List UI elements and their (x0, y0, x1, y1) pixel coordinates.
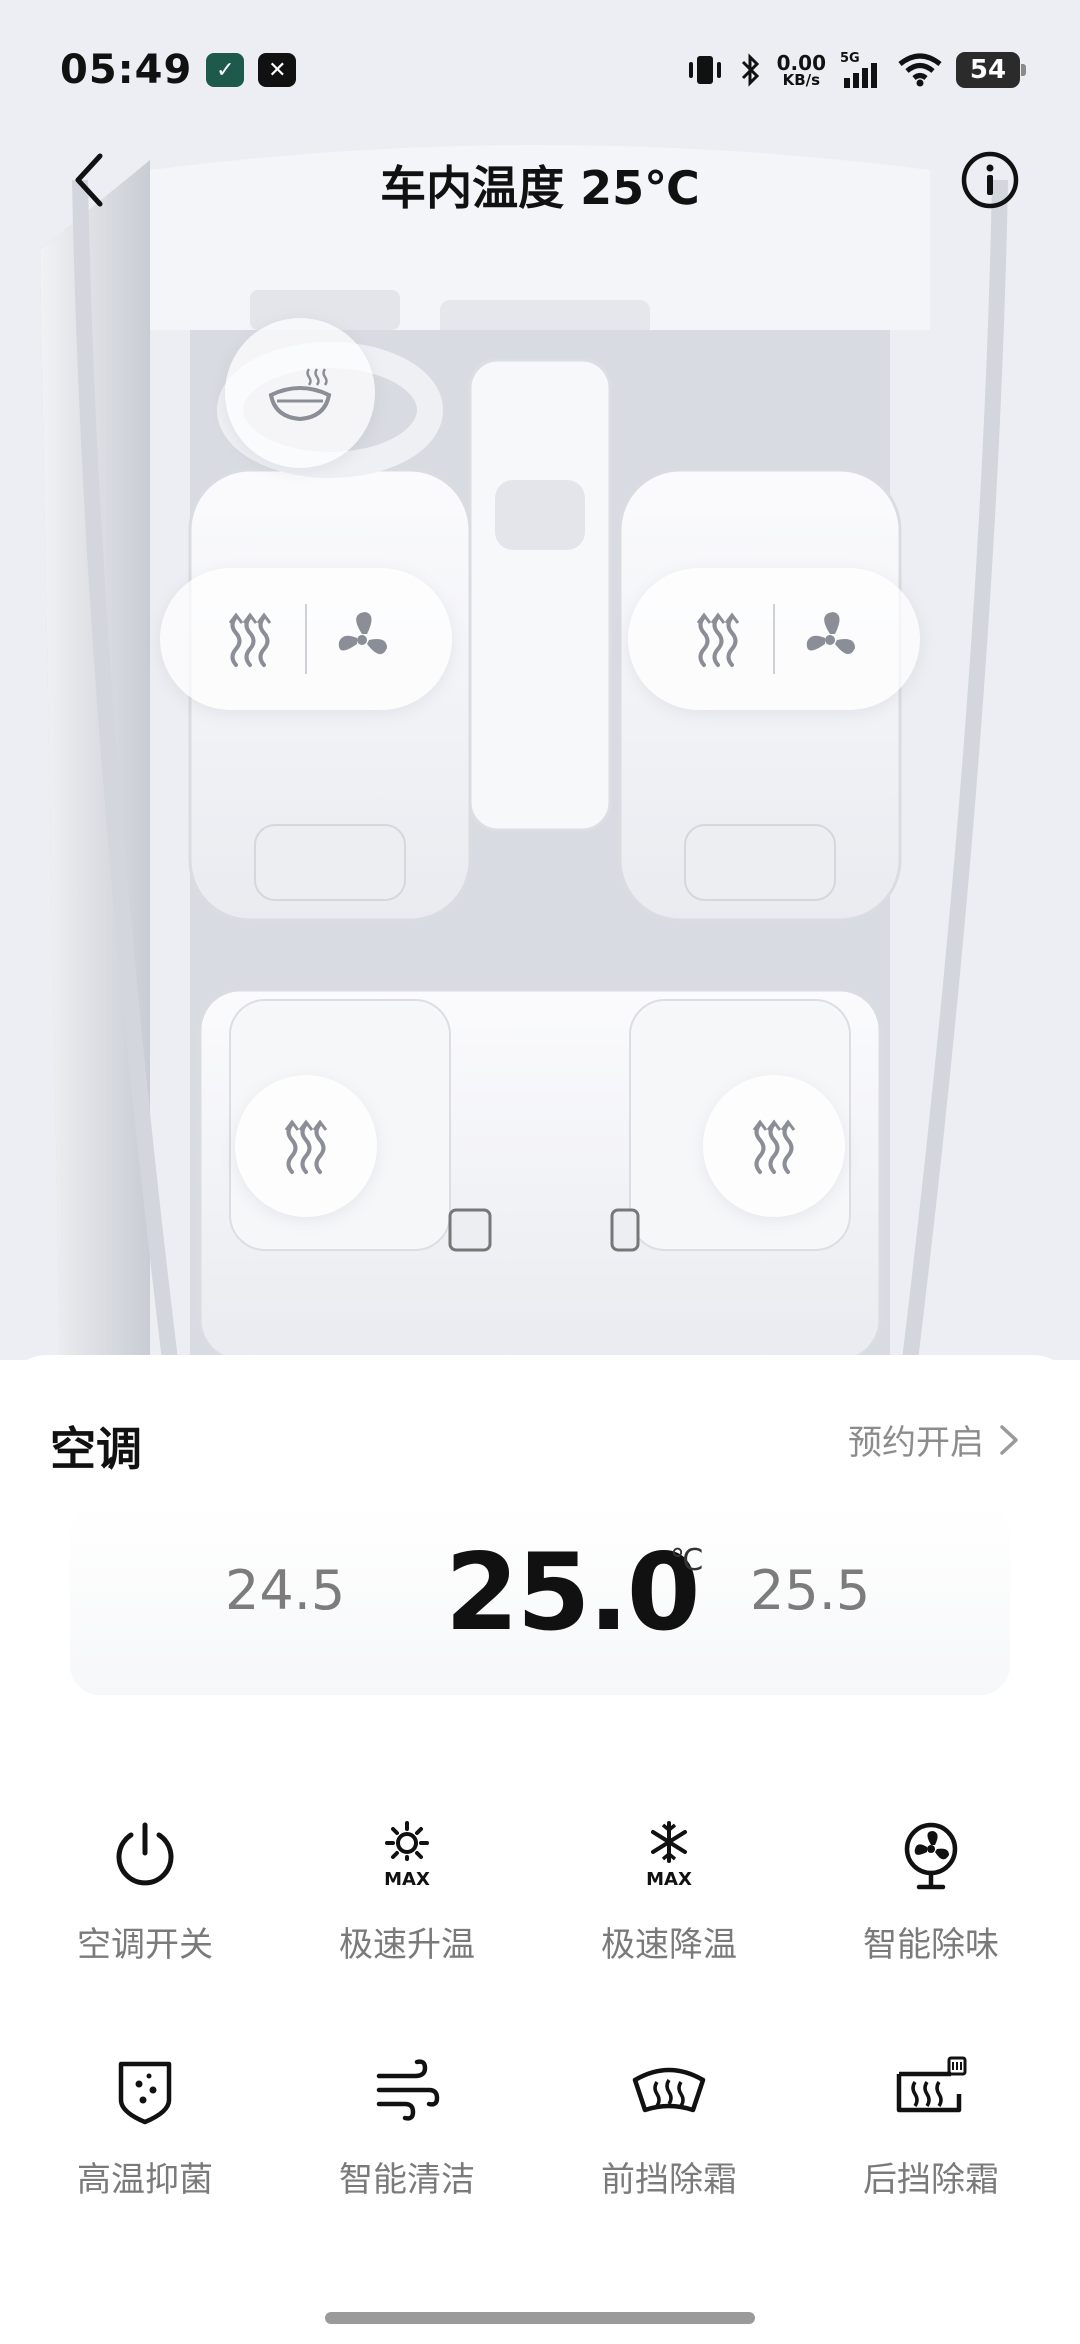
max-cool-button[interactable]: MAX 极速降温 (534, 1815, 804, 1985)
max-heat-icon: MAX (384, 1821, 430, 1890)
front-defrost-label: 前挡除霜 (601, 2160, 737, 2200)
wifi-icon (898, 53, 942, 87)
temperature-selector[interactable]: 24.5 25.0 ℃ 25.5 (70, 1505, 1010, 1695)
schedule-label: 预约开启 (848, 1423, 984, 1463)
seat-ventilation-icon (806, 612, 855, 655)
steering-wheel-heat-icon (268, 368, 332, 422)
seat-heat-icon (228, 612, 272, 667)
rear-defrost-button[interactable]: 后挡除霜 (796, 2050, 1066, 2220)
ac-panel: 空调 预约开启 24.5 25.0 ℃ 25.5 空调开关 MAX 极速升温 M… (0, 1355, 1080, 2344)
ac-panel-title: 空调 (50, 1422, 142, 1476)
notification-x-icon: ✕ (258, 53, 297, 87)
page-title: 车内温度 25℃ (380, 161, 700, 215)
network-speed: 0.00 KB/s (777, 53, 826, 88)
sterilize-button[interactable]: 高温抑菌 (10, 2050, 280, 2220)
front-defrost-button[interactable]: 前挡除霜 (534, 2050, 804, 2220)
ac-power-label: 空调开关 (77, 1925, 213, 1965)
front-left-seat-ventilation-button[interactable] (307, 568, 417, 710)
rear-defrost-icon (896, 2056, 967, 2113)
rear-right-seat-heat-button[interactable] (703, 1075, 845, 1217)
battery-indicator: 54 (956, 52, 1026, 88)
home-indicator[interactable] (325, 2312, 755, 2324)
sterilize-label: 高温抑菌 (77, 2160, 213, 2200)
network-type: 5G (840, 51, 860, 66)
smart-deodorize-button[interactable]: 智能除味 (796, 1815, 1066, 1985)
net-speed-unit: KB/s (782, 70, 821, 89)
power-icon (116, 1822, 174, 1886)
bluetooth-icon (741, 53, 759, 87)
status-bar: 05:49 ✓ ✕ 0.00 KB/s 5G 54 (0, 0, 1080, 140)
smart-clean-label: 智能清洁 (339, 2160, 475, 2200)
front-left-seat-controls (160, 568, 452, 710)
vibrate-icon (688, 56, 721, 84)
seat-heat-icon (752, 1119, 796, 1174)
temp-increase-option[interactable]: 25.5 (750, 1559, 870, 1622)
ac-power-button[interactable]: 空调开关 (10, 1815, 280, 1985)
svg-text:MAX: MAX (384, 1869, 430, 1890)
temperature-unit: ℃ (670, 1543, 704, 1578)
chevron-right-icon (1000, 1424, 1018, 1455)
smart-clean-button[interactable]: 智能清洁 (272, 2050, 542, 2220)
max-cool-icon: MAX (646, 1821, 692, 1890)
max-cool-label: 极速降温 (601, 1925, 737, 1965)
seat-heat-icon (696, 612, 740, 667)
steering-wheel-heat-button[interactable] (225, 318, 375, 468)
status-time: 05:49 (60, 47, 193, 93)
front-defrost-icon (632, 2067, 706, 2113)
wind-clean-icon (376, 2059, 440, 2121)
front-left-seat-heat-button[interactable] (195, 568, 305, 710)
info-icon (961, 151, 1019, 209)
front-right-seat-ventilation-button[interactable] (775, 568, 885, 710)
smart-deodorize-label: 智能除味 (863, 1925, 999, 1965)
top-nav: 车内温度 25℃ (0, 140, 1080, 220)
fan-deodorize-icon (904, 1822, 958, 1890)
rear-defrost-label: 后挡除霜 (863, 2160, 999, 2200)
temp-decrease-option[interactable]: 24.5 (225, 1559, 345, 1622)
info-button[interactable] (960, 150, 1020, 210)
schedule-button[interactable]: 预约开启 (848, 1415, 1020, 1464)
notification-app-icon: ✓ (206, 53, 245, 87)
svg-text:MAX: MAX (646, 1869, 692, 1890)
seat-heat-icon (284, 1119, 328, 1174)
shield-sterilize-icon (118, 2061, 172, 2125)
max-heat-label: 极速升温 (339, 1925, 475, 1965)
current-temperature: 25.0 (445, 1531, 701, 1654)
max-heat-button[interactable]: MAX 极速升温 (272, 1815, 542, 1985)
front-right-seat-controls (628, 568, 920, 710)
seat-ventilation-icon (338, 612, 387, 655)
rear-left-seat-heat-button[interactable] (235, 1075, 377, 1217)
cellular-signal-icon: 5G (840, 51, 877, 88)
net-speed-value: 0.00 (776, 50, 826, 75)
front-right-seat-heat-button[interactable] (663, 568, 773, 710)
